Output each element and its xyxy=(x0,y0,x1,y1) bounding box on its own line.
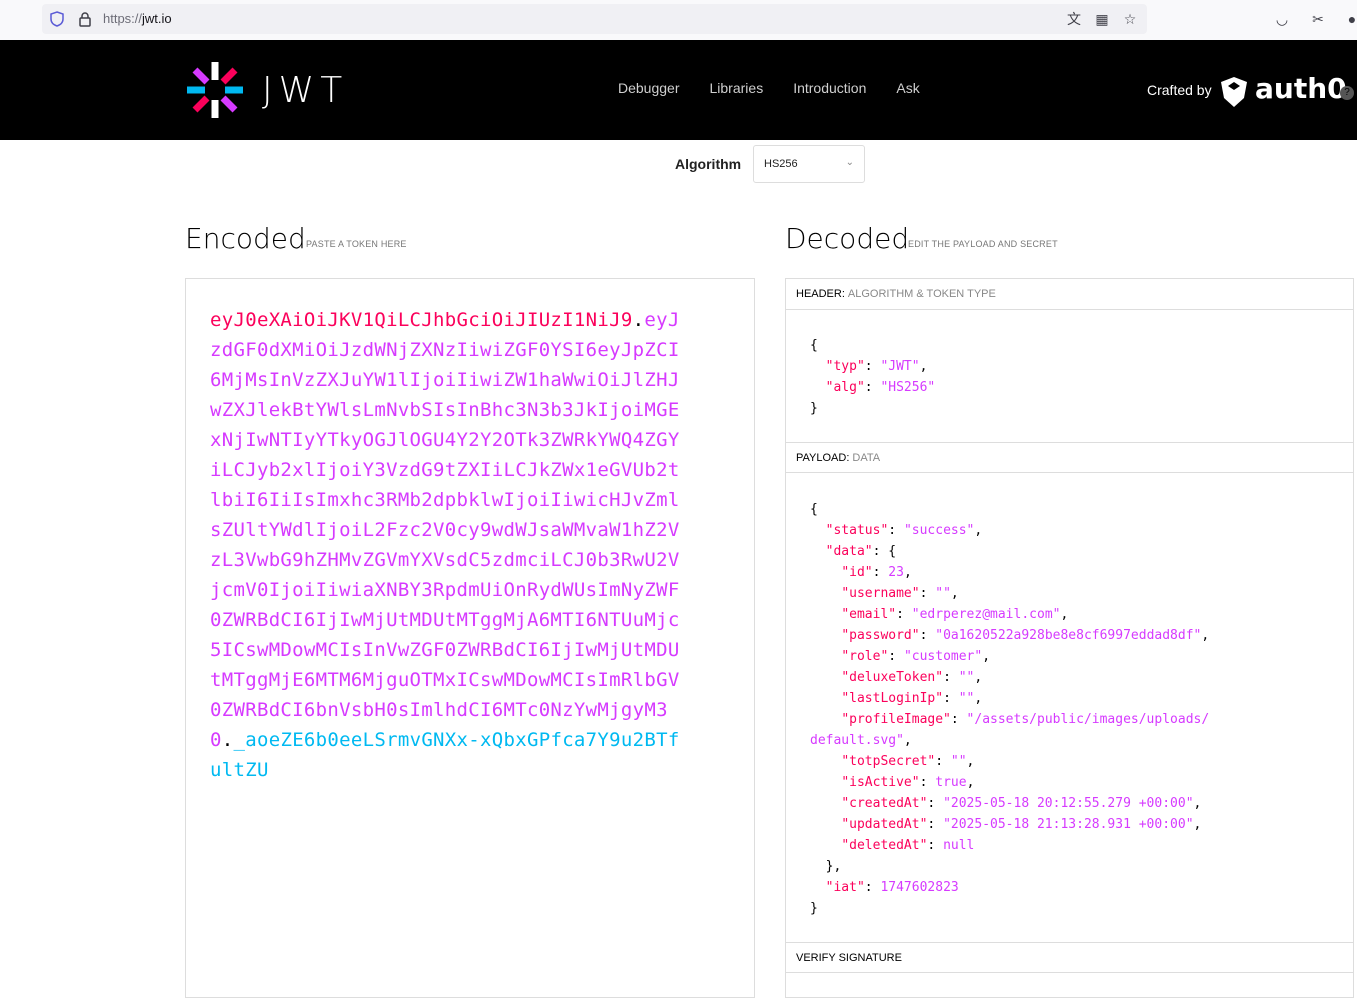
header-typ-value: "JWT" xyxy=(880,359,920,374)
verify-signature-label: VERIFY SIGNATURE xyxy=(796,952,902,964)
payload-totpsecret-value: "" xyxy=(950,754,967,769)
payload-json-editor[interactable]: { "status": "success", "data": { "id": 2… xyxy=(810,499,1209,919)
payload-createdat-value: "2025-05-18 20:12:55.279 +00:00" xyxy=(943,796,1194,811)
payload-sublabel: DATA xyxy=(852,452,881,464)
encoded-subtitle: PASTE A TOKEN HERE xyxy=(306,239,407,249)
main-nav: Debugger Libraries Introduction Ask xyxy=(618,80,920,96)
jwt-logo-text[interactable]: JWT xyxy=(262,70,348,111)
chevron-down-icon: ⌄ xyxy=(845,157,854,168)
payload-status-value: "success" xyxy=(903,523,975,538)
crafted-by-label: Crafted by xyxy=(1147,82,1212,98)
payload-section-title: PAYLOAD: DATA xyxy=(786,442,1353,473)
decoded-panel: HEADER: ALGORITHM & TOKEN TYPE { "typ": "… xyxy=(785,278,1354,998)
decoded-title: Decoded xyxy=(785,222,910,255)
bookmark-star-icon[interactable]: ☆ xyxy=(1122,11,1138,27)
encoded-token[interactable]: eyJ0eXAiOiJKV1QiLCJhbGciOiJIUzI1NiJ9.eyJ… xyxy=(210,305,690,785)
payload-deletedat-value: null xyxy=(943,838,975,853)
header-sublabel: ALGORITHM & TOKEN TYPE xyxy=(847,288,996,300)
payload-username-value: "" xyxy=(935,586,951,601)
algorithm-value: HS256 xyxy=(764,158,798,170)
payload-email-value: "edrperez@mail.com" xyxy=(911,607,1061,622)
payload-updatedat-value: "2025-05-18 21:13:28.931 +00:00" xyxy=(943,817,1194,832)
url-host: jwt.io xyxy=(142,11,172,26)
url-text[interactable]: https://jwt.io xyxy=(103,11,172,26)
payload-isactive-value: true xyxy=(935,775,967,790)
jwt-logo-icon[interactable] xyxy=(185,60,245,120)
nav-ask[interactable]: Ask xyxy=(896,80,919,96)
qr-code-icon[interactable]: ▦ xyxy=(1094,11,1110,27)
token-separator: . xyxy=(632,309,645,331)
payload-profileimage-value-cont: default.svg" xyxy=(810,733,904,748)
browser-toolbar: https://jwt.io 文 ▦ ☆ ◡ ✂ ● xyxy=(0,0,1357,40)
algorithm-select[interactable]: HS256 ⌄ xyxy=(753,145,865,183)
verify-signature-title: VERIFY SIGNATURE xyxy=(786,942,1353,973)
site-header: JWT Debugger Libraries Introduction Ask … xyxy=(0,40,1357,140)
payload-profileimage-value: "/assets/public/images/uploads/ xyxy=(966,712,1210,727)
token-separator: . xyxy=(221,729,234,751)
shield-icon[interactable] xyxy=(50,11,64,27)
payload-role-value: "customer" xyxy=(903,649,983,664)
payload-deluxetoken-value: "" xyxy=(958,670,975,685)
auth0-logo-icon[interactable] xyxy=(1220,76,1248,108)
header-json-editor[interactable]: { "typ": "JWT", "alg": "HS256" } xyxy=(810,335,935,419)
pocket-icon[interactable]: ◡ xyxy=(1274,11,1290,27)
encoded-title: Encoded xyxy=(185,222,306,255)
token-payload-part: eyJzdGF0dXMiOiJzdWNjZXNzIiwiZGF0YSI6eyJp… xyxy=(210,309,680,751)
nav-libraries[interactable]: Libraries xyxy=(710,80,764,96)
payload-iat-value: 1747602823 xyxy=(880,880,959,895)
decoded-subtitle: EDIT THE PAYLOAD AND SECRET xyxy=(908,239,1058,249)
address-bar[interactable]: https://jwt.io 文 ▦ ☆ xyxy=(42,4,1147,34)
header-label: HEADER: xyxy=(796,288,845,300)
header-alg-value: "HS256" xyxy=(880,380,936,395)
header-section-title: HEADER: ALGORITHM & TOKEN TYPE xyxy=(786,279,1353,310)
token-signature-part: _aoeZE6b0eeLSrmvGNXx-xQbxGPfca7Y9u2BTful… xyxy=(210,729,680,781)
screenshot-icon[interactable]: ✂ xyxy=(1310,11,1326,27)
algorithm-label: Algorithm xyxy=(675,156,742,172)
nav-debugger[interactable]: Debugger xyxy=(618,80,680,96)
payload-id-value: 23 xyxy=(888,565,904,580)
nav-introduction[interactable]: Introduction xyxy=(793,80,866,96)
help-icon[interactable]: ? xyxy=(1340,86,1354,100)
translate-icon[interactable]: 文 xyxy=(1066,11,1082,27)
auth0-brand[interactable]: auth0 xyxy=(1255,72,1347,105)
token-header-part: eyJ0eXAiOiJKV1QiLCJhbGciOiJIUzI1NiJ9 xyxy=(210,309,633,331)
payload-password-value: "0a1620522a928be8e8cf6997eddad8df" xyxy=(935,628,1202,643)
encoded-token-editor[interactable]: eyJ0eXAiOiJKV1QiLCJhbGciOiJIUzI1NiJ9.eyJ… xyxy=(185,278,755,998)
account-icon[interactable]: ● xyxy=(1344,11,1357,27)
payload-lastloginip-value: "" xyxy=(958,691,975,706)
payload-label: PAYLOAD: xyxy=(796,452,850,464)
url-scheme: https:// xyxy=(103,11,143,26)
lock-icon[interactable] xyxy=(78,11,92,27)
